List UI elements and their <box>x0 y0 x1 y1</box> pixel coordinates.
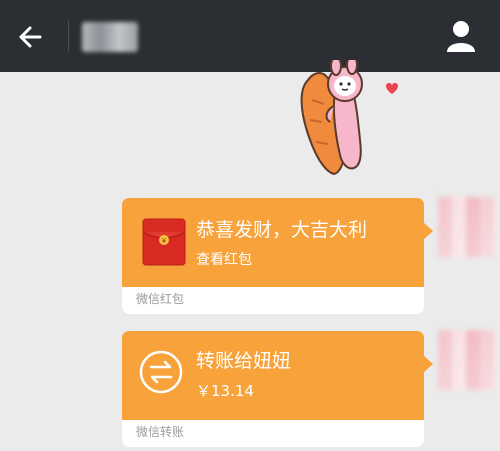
red-packet-view-label: 查看红包 <box>196 252 252 268</box>
red-packet-footer: 微信红包 <box>122 287 424 314</box>
person-icon <box>447 21 475 52</box>
back-button[interactable] <box>14 20 48 54</box>
red-packet-message[interactable]: ¥ 恭喜发财，大吉大利 查看红包 微信红包 <box>122 198 433 314</box>
svg-text:¥: ¥ <box>162 237 167 245</box>
transfer-arrows-icon <box>139 350 183 394</box>
transfer-footer: 微信转账 <box>122 420 424 447</box>
sender-avatar[interactable] <box>438 197 496 257</box>
header-divider <box>68 20 69 52</box>
transfer-message[interactable]: 转账给妞妞 ￥13.14 微信转账 <box>122 331 433 447</box>
sender-avatar[interactable] <box>438 330 496 390</box>
transfer-amount: ￥13.14 <box>196 382 254 400</box>
chat-header <box>0 0 500 72</box>
red-packet-greeting: 恭喜发财，大吉大利 <box>196 219 368 241</box>
transfer-source-label: 微信转账 <box>136 425 185 439</box>
chat-info-button[interactable] <box>444 18 478 54</box>
transfer-recipient-label: 转账给妞妞 <box>196 350 292 372</box>
carrot-hug-sticker[interactable] <box>290 60 400 180</box>
red-packet-source-label: 微信红包 <box>136 292 185 306</box>
arrow-left-icon <box>19 26 42 48</box>
red-envelope-icon: ¥ <box>142 218 186 266</box>
chat-title-blurred <box>82 22 138 52</box>
